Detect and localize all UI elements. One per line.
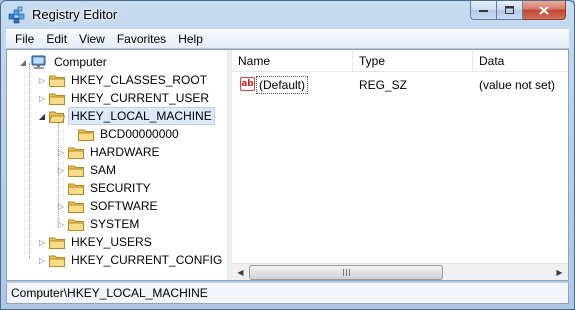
collapse-arrow-icon[interactable]: ◢ <box>37 107 47 125</box>
menu-view[interactable]: View <box>73 32 111 46</box>
tree-label-software: SOFTWARE <box>90 199 158 213</box>
tree-node-computer[interactable]: ◢ Computer <box>18 53 110 71</box>
registry-editor-icon <box>8 6 25 24</box>
tree-label-hkey-users: HKEY_USERS <box>71 235 152 249</box>
tree-guide-line <box>29 63 30 259</box>
folder-icon <box>68 147 84 159</box>
tree-node-hkey-local-machine[interactable]: ◢ HKEY_LOCAL_MACHINE <box>37 107 215 125</box>
value-type: REG_SZ <box>359 78 408 92</box>
tree-label-hkey-local-machine: HKEY_LOCAL_MACHINE <box>68 107 215 125</box>
open-folder-icon <box>49 111 65 123</box>
caption-buttons <box>470 1 566 20</box>
column-header-row: Name Type Data <box>232 50 568 72</box>
tree-node-hkey-classes-root[interactable]: ▷ HKEY_CLASSES_ROOT <box>37 71 210 89</box>
string-value-icon: ab <box>240 77 255 91</box>
tree-node-hkey-users[interactable]: ▷ HKEY_USERS <box>37 233 155 251</box>
folder-icon <box>68 183 84 195</box>
tree-node-hkey-current-config[interactable]: ▷ HKEY_CURRENT_CONFIG <box>37 251 225 269</box>
close-icon <box>539 5 549 15</box>
tree-label-system: SYSTEM <box>90 217 140 231</box>
tree-label-hkey-classes-root: HKEY_CLASSES_ROOT <box>71 73 208 87</box>
collapse-arrow-icon[interactable]: ◢ <box>18 53 28 71</box>
folder-icon <box>68 219 84 231</box>
grip-icon <box>342 269 350 276</box>
expand-arrow-icon[interactable]: ▷ <box>56 143 66 161</box>
tree-label-bcd00000000: BCD00000000 <box>100 127 179 141</box>
scroll-left-icon[interactable]: ◀ <box>232 264 249 280</box>
registry-editor-window: Registry Editor File Edit View Favorites… <box>0 0 575 310</box>
tree-label-hkey-current-config: HKEY_CURRENT_CONFIG <box>71 253 223 267</box>
tree-node-system[interactable]: ▷ SYSTEM <box>56 215 142 233</box>
folder-icon <box>49 255 65 267</box>
value-name: (Default) <box>256 76 309 94</box>
expand-arrow-icon[interactable]: ▷ <box>37 71 47 89</box>
client-area: ◢ Computer ▷ HKEY_CLASSES_ROOT ▷ HKEY_CU… <box>6 49 569 281</box>
value-row[interactable]: ab (Default) REG_SZ (value not set) <box>232 76 568 94</box>
value-name-cell: ab (Default) <box>232 76 353 94</box>
tree-node-security[interactable]: SECURITY <box>56 179 154 197</box>
column-header-data[interactable]: Data <box>473 50 568 72</box>
maximize-button[interactable] <box>497 1 523 20</box>
expand-arrow-icon[interactable]: ▷ <box>37 233 47 251</box>
tree-label-hardware: HARDWARE <box>90 145 160 159</box>
minimize-icon <box>479 10 488 12</box>
status-bar: Computer\HKEY_LOCAL_MACHINE <box>6 282 569 304</box>
expand-arrow-icon[interactable]: ▷ <box>56 197 66 215</box>
expand-arrow-icon[interactable]: ▷ <box>37 251 47 269</box>
expand-arrow-icon[interactable]: ▷ <box>56 215 66 233</box>
tree-node-hkey-current-user[interactable]: ▷ HKEY_CURRENT_USER <box>37 89 212 107</box>
tree-label-sam: SAM <box>90 163 117 177</box>
window-title: Registry Editor <box>32 7 118 22</box>
menu-edit[interactable]: Edit <box>40 32 73 46</box>
folder-icon <box>78 129 94 141</box>
tree-label-security: SECURITY <box>90 181 151 195</box>
menu-bar: File Edit View Favorites Help <box>6 29 569 49</box>
status-path: Computer\HKEY_LOCAL_MACHINE <box>11 286 208 300</box>
tree-node-software[interactable]: ▷ SOFTWARE <box>56 197 161 215</box>
scroll-thumb[interactable] <box>249 265 443 280</box>
menu-file[interactable]: File <box>9 32 40 46</box>
value-list[interactable]: Name Type Data ab (Default) REG_SZ (valu… <box>232 50 568 280</box>
horizontal-scrollbar[interactable]: ◀ ▶ <box>232 263 568 280</box>
column-header-name[interactable]: Name <box>232 50 353 72</box>
tree-node-hardware[interactable]: ▷ HARDWARE <box>56 143 163 161</box>
minimize-button[interactable] <box>470 1 497 20</box>
tree-label-hkey-current-user: HKEY_CURRENT_USER <box>71 91 210 105</box>
tree-node-sam[interactable]: ▷ SAM <box>56 161 119 179</box>
menu-favorites[interactable]: Favorites <box>111 32 172 46</box>
expand-arrow-icon[interactable]: ▷ <box>37 89 47 107</box>
tree-node-bcd00000000[interactable]: BCD00000000 <box>66 125 182 143</box>
column-header-type[interactable]: Type <box>353 50 473 72</box>
menu-help[interactable]: Help <box>172 32 209 46</box>
folder-icon <box>49 75 65 87</box>
folder-icon <box>68 201 84 213</box>
computer-icon <box>31 55 46 69</box>
folder-icon <box>49 237 65 249</box>
title-bar[interactable]: Registry Editor <box>1 1 574 29</box>
scroll-right-icon[interactable]: ▶ <box>551 264 568 280</box>
maximize-icon <box>505 6 514 14</box>
tree-label-computer: Computer <box>54 55 107 69</box>
folder-icon <box>49 93 65 105</box>
key-tree[interactable]: ◢ Computer ▷ HKEY_CLASSES_ROOT ▷ HKEY_CU… <box>7 50 227 280</box>
expand-arrow-icon[interactable]: ▷ <box>56 161 66 179</box>
folder-icon <box>68 165 84 177</box>
close-button[interactable] <box>523 1 566 20</box>
value-data: (value not set) <box>479 78 556 92</box>
